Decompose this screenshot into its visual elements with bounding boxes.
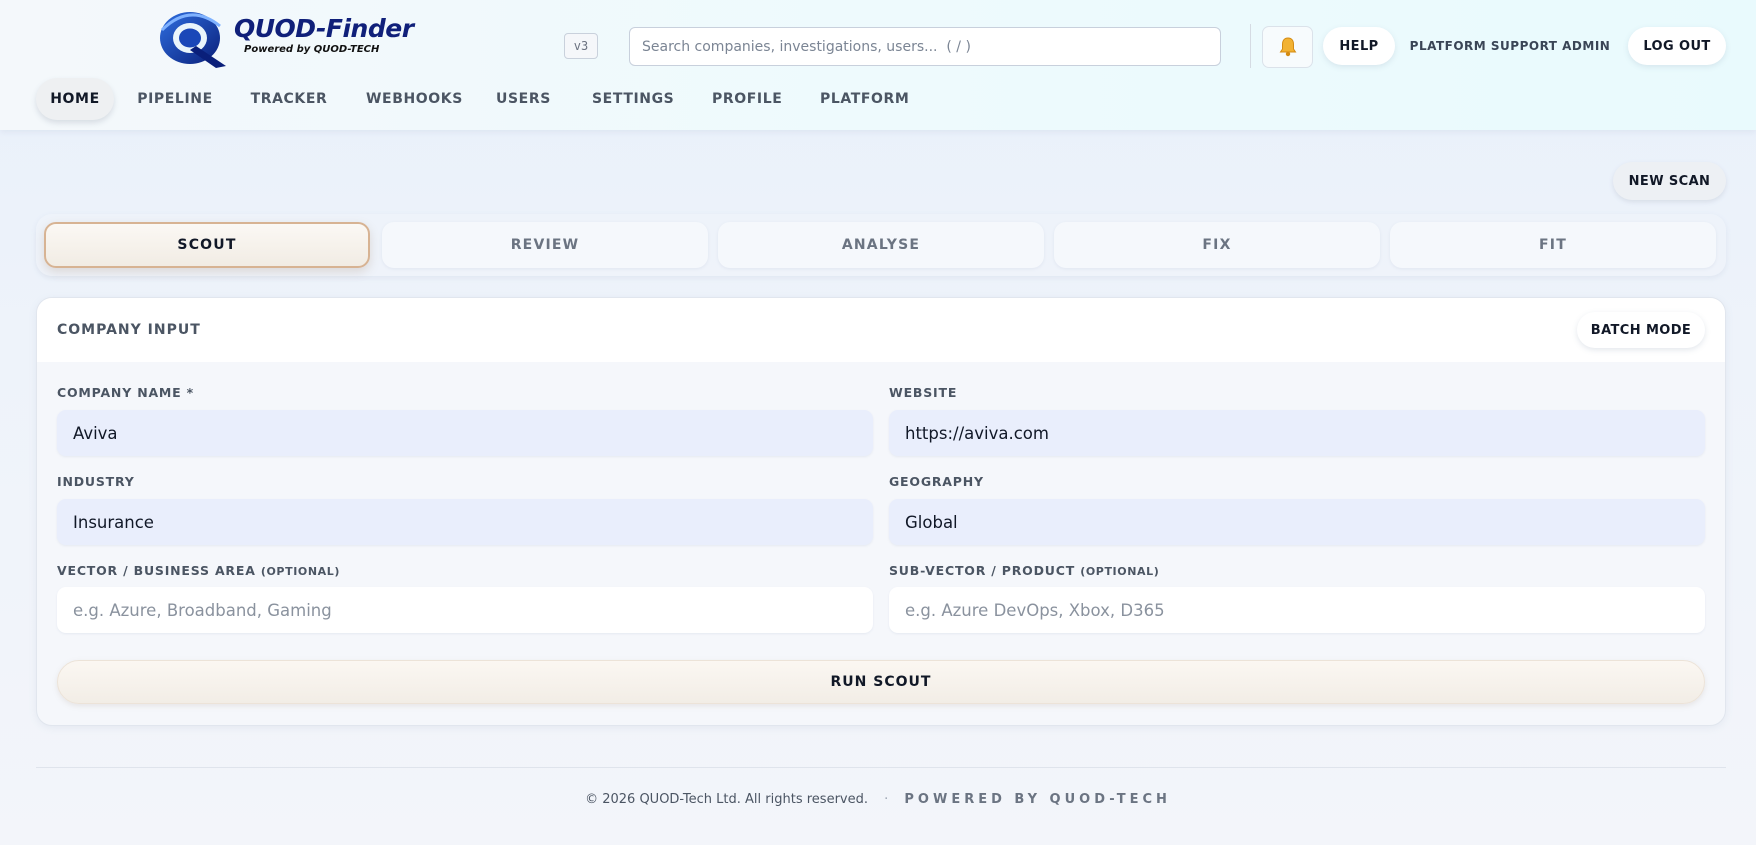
company-input-card: COMPANY INPUT BATCH MODE COMPANY NAME * …	[36, 297, 1726, 726]
step-review[interactable]: REVIEW	[382, 222, 708, 268]
industry-input[interactable]	[57, 499, 873, 545]
nav-webhooks[interactable]: WEBHOOKS	[366, 78, 462, 120]
company-name-input[interactable]	[57, 410, 873, 456]
help-button[interactable]: HELP	[1323, 27, 1395, 65]
step-analyse[interactable]: ANALYSE	[718, 222, 1044, 268]
geography-label: GEOGRAPHY	[889, 474, 984, 489]
footer-separator: ·	[884, 792, 889, 807]
notifications-button[interactable]	[1262, 26, 1313, 68]
website-label: WEBSITE	[889, 385, 958, 400]
logo-q-icon	[160, 12, 226, 68]
footer-divider	[36, 767, 1726, 768]
footer-copyright: © 2026 QUOD-Tech Ltd. All rights reserve…	[585, 792, 868, 807]
nav-platform[interactable]: PLATFORM	[820, 78, 909, 120]
nav-home[interactable]: HOME	[36, 78, 114, 120]
header-divider	[1250, 24, 1251, 68]
logo-subtitle: Powered by QUOD-TECH	[244, 44, 380, 55]
vector-label-text: VECTOR / BUSINESS AREA	[57, 563, 256, 578]
step-scout[interactable]: SCOUT	[44, 222, 370, 268]
batch-mode-button[interactable]: BATCH MODE	[1577, 312, 1705, 348]
nav-users[interactable]: USERS	[496, 78, 550, 120]
logo-title: QUOD-Finder	[234, 14, 414, 43]
nav-pipeline[interactable]: PIPELINE	[134, 78, 216, 120]
run-scout-button[interactable]: RUN SCOUT	[57, 660, 1705, 704]
company-name-label: COMPANY NAME *	[57, 385, 194, 400]
vector-input[interactable]	[57, 587, 873, 633]
subvector-label: SUB-VECTOR / PRODUCT (OPTIONAL)	[889, 563, 1159, 578]
nav-settings[interactable]: SETTINGS	[592, 78, 674, 120]
footer: © 2026 QUOD-Tech Ltd. All rights reserve…	[0, 792, 1756, 807]
vector-optional-tag: (OPTIONAL)	[260, 565, 340, 578]
nav-tracker[interactable]: TRACKER	[250, 78, 328, 120]
new-scan-button[interactable]: NEW SCAN	[1613, 162, 1726, 200]
footer-powered-by: POWERED BY QUOD-TECH	[904, 792, 1171, 807]
step-fix[interactable]: FIX	[1054, 222, 1380, 268]
current-user-label[interactable]: PLATFORM SUPPORT ADMIN	[1406, 27, 1614, 65]
industry-label: INDUSTRY	[57, 474, 135, 489]
nav-profile[interactable]: PROFILE	[712, 78, 782, 120]
subvector-optional-tag: (OPTIONAL)	[1080, 565, 1160, 578]
card-title: COMPANY INPUT	[57, 322, 201, 338]
vector-label: VECTOR / BUSINESS AREA (OPTIONAL)	[57, 563, 340, 578]
top-header: QUOD-Finder Powered by QUOD-TECH v3 HELP…	[0, 0, 1756, 130]
global-search-input[interactable]	[629, 27, 1221, 66]
step-fit[interactable]: FIT	[1390, 222, 1716, 268]
subvector-input[interactable]	[889, 587, 1705, 633]
geography-input[interactable]	[889, 499, 1705, 545]
card-header: COMPANY INPUT BATCH MODE	[37, 298, 1725, 362]
version-badge: v3	[564, 33, 598, 59]
workflow-stepper: SCOUT REVIEW ANALYSE FIX FIT	[36, 214, 1726, 276]
bell-icon	[1279, 37, 1296, 57]
website-input[interactable]	[889, 410, 1705, 456]
logo[interactable]: QUOD-Finder Powered by QUOD-TECH	[156, 8, 426, 70]
logout-button[interactable]: LOG OUT	[1628, 27, 1726, 65]
subvector-label-text: SUB-VECTOR / PRODUCT	[889, 563, 1076, 578]
